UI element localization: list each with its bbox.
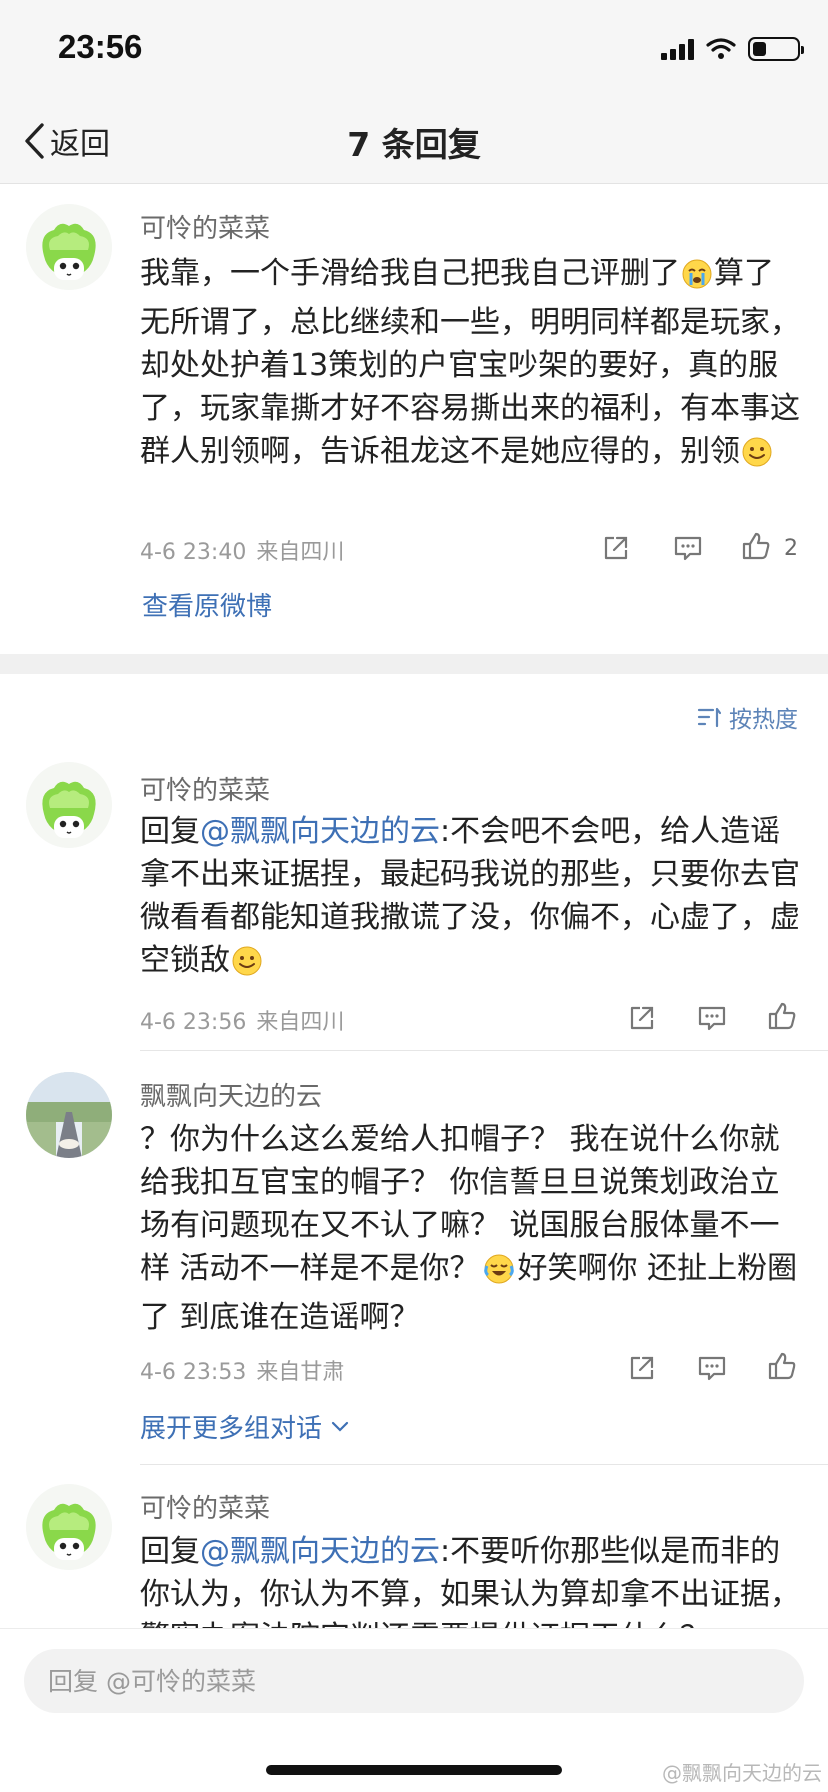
smile-emoji-icon: [742, 436, 772, 479]
avatar[interactable]: [26, 204, 112, 290]
comment-meta: 4-6 23:40 来自四川: [140, 534, 344, 566]
reply-text: ？你为什么这么爱给人扣帽子？ 我在说什么你就给我扣互官宝的帽子？ 你信誓旦旦说策…: [140, 1118, 800, 1339]
like-icon[interactable]: [766, 1350, 798, 1382]
view-original-link[interactable]: 查看原微博: [142, 586, 272, 623]
comment-username[interactable]: 可怜的菜菜: [140, 208, 270, 245]
like-count: 2: [784, 536, 798, 561]
status-time: 23:56: [58, 28, 143, 65]
comment-text-part: 我靠，一个手滑给我自己把我自己评删了: [140, 256, 680, 291]
expand-conversation-link[interactable]: 展开更多组对话: [140, 1408, 350, 1445]
wifi-icon: [706, 38, 736, 59]
page-title: 7 条回复: [347, 125, 481, 164]
comment-icon[interactable]: [696, 1002, 728, 1034]
reply-username[interactable]: 可怜的菜菜: [140, 1488, 270, 1525]
reply-date: 4-6 23:53: [140, 1360, 247, 1385]
battery-icon: [748, 37, 804, 61]
share-icon[interactable]: [600, 532, 632, 564]
reply-input[interactable]: [24, 1649, 804, 1713]
mention-link[interactable]: @飘飘向天边的云: [200, 1534, 440, 1569]
reply-prefix: 回复: [140, 1534, 200, 1569]
comment-location: 来自四川: [256, 540, 345, 565]
like-icon[interactable]: [740, 530, 772, 562]
sort-button[interactable]: 按热度: [697, 700, 798, 734]
signal-icon: [661, 38, 694, 60]
comment-icon[interactable]: [672, 532, 704, 564]
avatar[interactable]: [26, 1072, 112, 1158]
reply-date: 4-6 23:56: [140, 1010, 247, 1035]
share-icon[interactable]: [626, 1352, 658, 1384]
reply-location: 来自甘肃: [256, 1360, 345, 1385]
top-bar: 23:56 返回 7 条回复: [0, 0, 828, 184]
chevron-down-icon: [331, 1421, 349, 1432]
section-divider: [0, 654, 828, 674]
laugh-cry-emoji-icon: [482, 1253, 516, 1296]
share-icon[interactable]: [626, 1002, 658, 1034]
watermark: @飘飘向天边的云: [662, 1761, 822, 1785]
reply-meta: 4-6 23:56 来自四川: [140, 1004, 344, 1036]
avatar[interactable]: [26, 762, 112, 848]
crying-emoji-icon: [681, 258, 713, 301]
reply-bar: @飘飘向天边的云: [0, 1628, 828, 1792]
comment-date: 4-6 23:40: [140, 540, 247, 565]
like-icon[interactable]: [766, 1000, 798, 1032]
row-divider: [140, 1050, 828, 1051]
expand-label: 展开更多组对话: [140, 1414, 323, 1444]
sort-label: 按热度: [729, 707, 798, 733]
mention-link[interactable]: @飘飘向天边的云: [200, 814, 440, 849]
comment-text: 我靠，一个手滑给我自己把我自己评删了 算了无所谓了，总比继续和一些，明明同样都是玩…: [140, 252, 800, 479]
reply-username[interactable]: 可怜的菜菜: [140, 770, 270, 807]
sort-icon: [697, 707, 721, 728]
row-divider: [140, 1464, 828, 1465]
reply-meta: 4-6 23:53 来自甘肃: [140, 1354, 344, 1386]
reply-text: 回复@飘飘向天边的云:不会吧不会吧，给人造谣拿不出来证据捏，最起码我说的那些，只…: [140, 810, 800, 988]
comment-icon[interactable]: [696, 1352, 728, 1384]
home-indicator[interactable]: [266, 1765, 562, 1775]
reply-prefix: 回复: [140, 814, 200, 849]
status-icons: [661, 36, 804, 62]
reply-location: 来自四川: [256, 1010, 345, 1035]
avatar[interactable]: [26, 1484, 112, 1570]
smile-emoji-icon: [232, 945, 262, 988]
reply-username[interactable]: 飘飘向天边的云: [140, 1076, 322, 1113]
